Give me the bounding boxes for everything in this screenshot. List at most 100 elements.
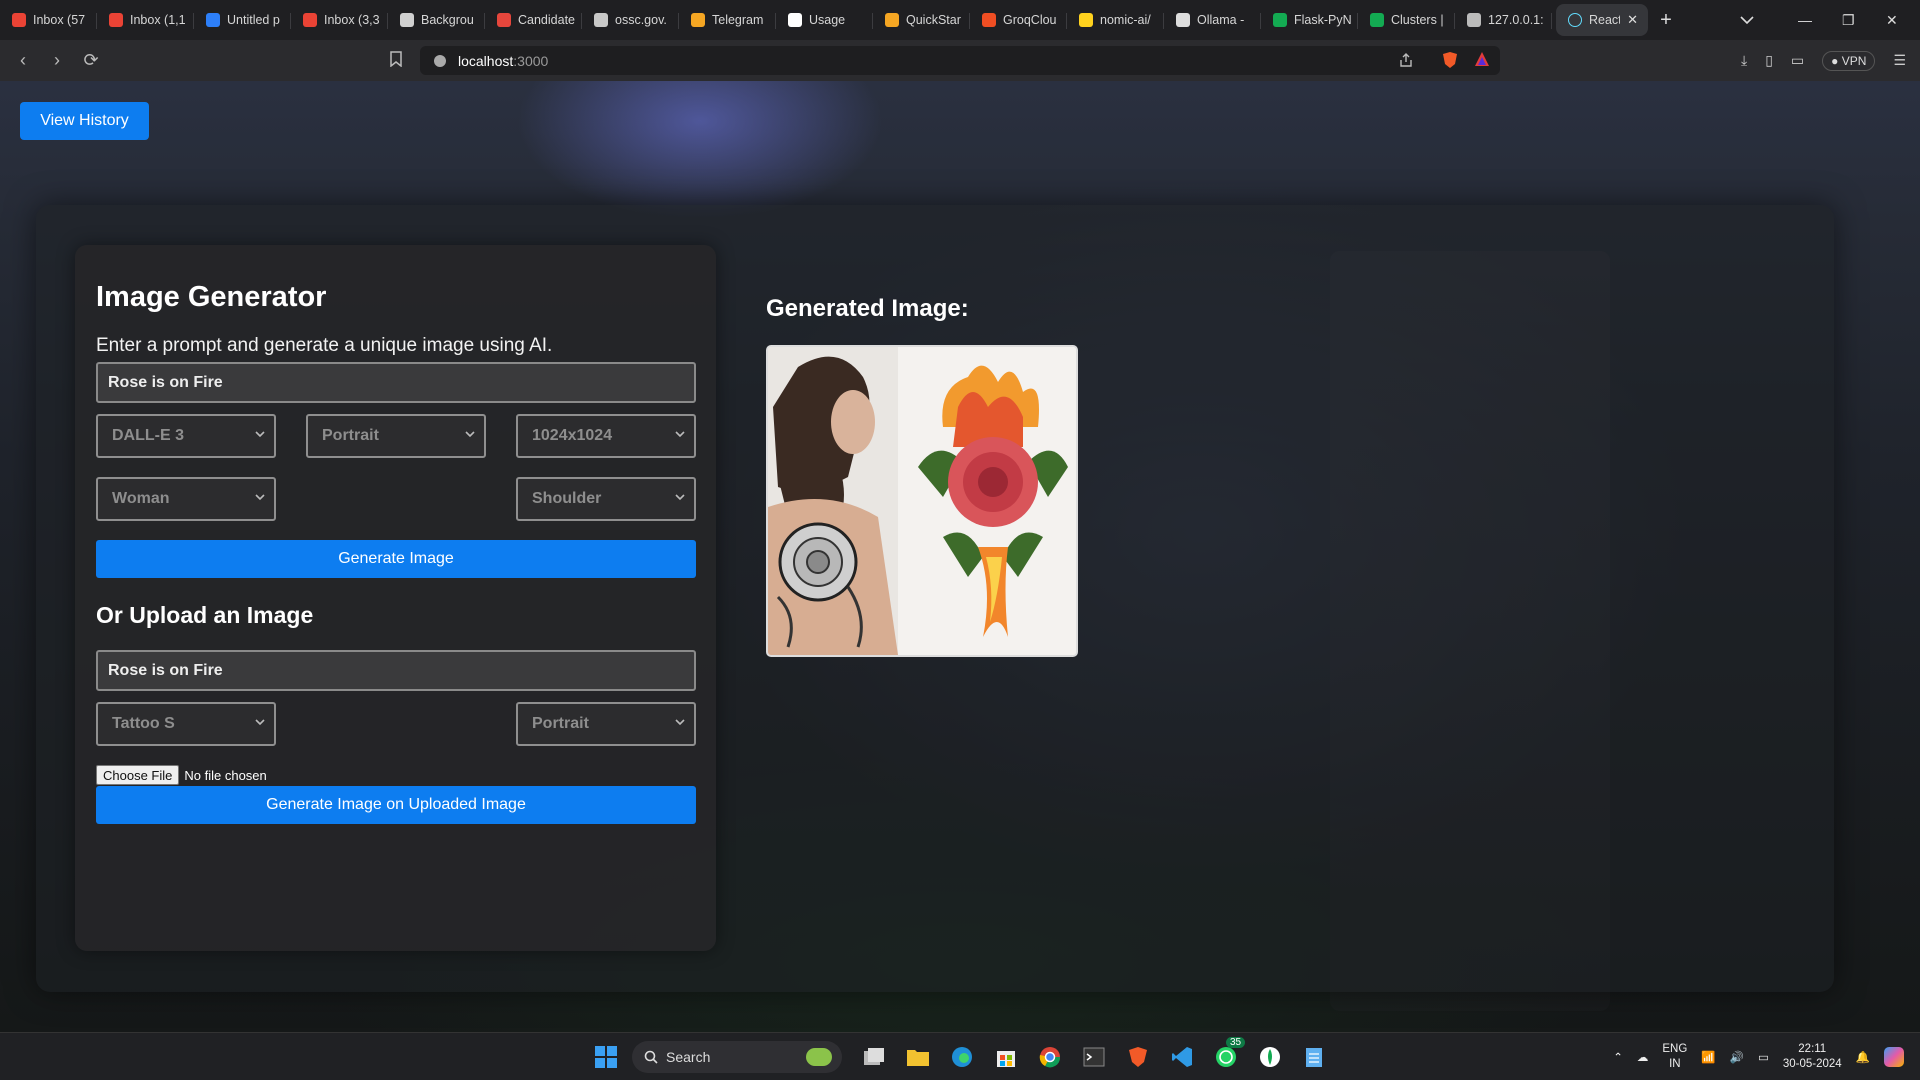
forward-button[interactable]: › — [40, 50, 74, 71]
mongodb-compass-icon[interactable] — [1256, 1043, 1284, 1071]
address-bar[interactable]: localhost:3000 — [420, 46, 1500, 75]
style-select[interactable]: Tattoo S — [96, 702, 276, 746]
edge-icon[interactable] — [948, 1043, 976, 1071]
lang-bottom: IN — [1669, 1058, 1681, 1070]
search-highlight-icon — [806, 1048, 832, 1066]
whatsapp-badge: 35 — [1226, 1037, 1246, 1048]
size-select-value: 1024x1024 — [532, 427, 613, 444]
browser-tab[interactable]: Backgrou — [388, 4, 485, 36]
prompt-input[interactable] — [96, 362, 696, 403]
menu-icon[interactable]: ☰ — [1893, 52, 1906, 69]
browser-tab[interactable]: Untitled p — [194, 4, 291, 36]
placement-select-value: Shoulder — [532, 490, 602, 507]
back-button[interactable]: ‹ — [6, 50, 40, 71]
browser-tab[interactable]: Telegram — [679, 4, 776, 36]
chevron-down-icon — [465, 431, 475, 438]
tab-title: Inbox (57 — [33, 13, 86, 27]
browser-tab-bar: Inbox (57 Inbox (1,1 Untitled p Inbox (3,3 B… — [0, 0, 1920, 40]
new-tab-button[interactable]: + — [1648, 9, 1684, 32]
onedrive-icon[interactable]: ☁ — [1637, 1050, 1649, 1064]
generate-uploaded-image-button[interactable]: Generate Image on Uploaded Image — [96, 786, 696, 824]
upload-orientation-select[interactable]: Portrait — [516, 702, 696, 746]
tab-favicon-icon — [206, 13, 220, 27]
browser-tab[interactable]: Inbox (3,3 — [291, 4, 388, 36]
store-icon[interactable] — [992, 1043, 1020, 1071]
volume-icon[interactable]: 🔊 — [1730, 1050, 1744, 1064]
minimize-button[interactable]: — — [1798, 0, 1812, 40]
tab-favicon-icon — [691, 13, 705, 27]
size-select[interactable]: 1024x1024 — [516, 414, 696, 458]
bookmark-icon[interactable] — [390, 51, 402, 72]
reload-button[interactable]: ⟳ — [74, 50, 108, 71]
brave-shield-icon[interactable] — [1442, 51, 1458, 72]
view-history-button[interactable]: View History — [20, 102, 149, 140]
file-explorer-icon[interactable] — [904, 1043, 932, 1071]
generate-image-button[interactable]: Generate Image — [96, 540, 696, 578]
tab-favicon-icon — [885, 13, 899, 27]
close-window-button[interactable]: ✕ — [1886, 0, 1898, 40]
browser-tab-active[interactable]: React ✕ — [1556, 4, 1648, 36]
placement-select[interactable]: Shoulder — [516, 477, 696, 521]
copilot-icon[interactable] — [1884, 1047, 1904, 1067]
close-tab-icon[interactable]: ✕ — [1627, 12, 1638, 28]
brave-taskbar-icon[interactable] — [1124, 1043, 1152, 1071]
orientation-select[interactable]: Portrait — [306, 414, 486, 458]
downloads-icon[interactable]: ⤓ — [1741, 52, 1747, 69]
notepad-icon[interactable] — [1300, 1043, 1328, 1071]
browser-tab[interactable]: nomic-ai/ — [1067, 4, 1164, 36]
share-icon[interactable] — [1398, 52, 1414, 71]
chevron-down-icon — [675, 494, 685, 501]
vscode-icon[interactable] — [1168, 1043, 1196, 1071]
tab-favicon-icon — [1176, 13, 1190, 27]
clock-time: 22:11 — [1798, 1043, 1827, 1055]
task-view-icon[interactable] — [860, 1043, 888, 1071]
browser-tab[interactable]: ossc.gov. — [582, 4, 679, 36]
chrome-icon[interactable] — [1036, 1043, 1064, 1071]
browser-tab[interactable]: Inbox (57 — [0, 4, 97, 36]
upload-prompt-input[interactable] — [96, 650, 696, 691]
taskbar-search[interactable]: Search — [632, 1041, 842, 1073]
form-title: Image Generator — [96, 281, 327, 313]
browser-tab[interactable]: Ollama - — [1164, 4, 1261, 36]
model-select[interactable]: DALL-E 3 — [96, 414, 276, 458]
tab-search-button[interactable] — [1740, 0, 1754, 40]
browser-tab[interactable]: GroqClou — [970, 4, 1067, 36]
wallet-icon[interactable]: ▭ — [1791, 52, 1804, 69]
browser-tab[interactable]: 127.0.0.1: — [1455, 4, 1552, 36]
notification-icon[interactable]: 🔔 — [1856, 1050, 1870, 1064]
browser-tab[interactable]: QuickStar — [873, 4, 970, 36]
windows-start-icon[interactable] — [592, 1043, 620, 1071]
tab-title: Inbox (3,3 — [324, 13, 380, 27]
generated-image-title: Generated Image: — [766, 295, 969, 322]
subject-select[interactable]: Woman — [96, 477, 276, 521]
show-hidden-icons[interactable]: ⌃ — [1613, 1050, 1623, 1064]
wifi-icon[interactable]: 📶 — [1701, 1050, 1715, 1064]
tab-favicon-icon — [594, 13, 608, 27]
search-label: Search — [666, 1049, 711, 1065]
brave-rewards-icon[interactable] — [1474, 51, 1490, 70]
restore-button[interactable]: ❐ — [1842, 0, 1855, 40]
page-background: View History Image Generator Enter a pro… — [0, 81, 1920, 1032]
whatsapp-icon[interactable]: 35 — [1212, 1037, 1246, 1071]
browser-tab[interactable]: Candidate — [485, 4, 582, 36]
browser-tab[interactable]: Flask-PyN — [1261, 4, 1358, 36]
tab-favicon-icon — [400, 13, 414, 27]
language-indicator[interactable]: ENG IN — [1662, 1042, 1687, 1072]
terminal-icon[interactable] — [1080, 1043, 1108, 1071]
tab-favicon-icon — [788, 13, 802, 27]
battery-icon[interactable]: ▭ — [1758, 1050, 1769, 1064]
browser-tab[interactable]: Usage — [776, 4, 873, 36]
url-port: :3000 — [513, 52, 549, 69]
browser-tab[interactable]: Inbox (1,1 — [97, 4, 194, 36]
browser-tab[interactable]: Clusters | — [1358, 4, 1455, 36]
vpn-button[interactable]: ● VPN — [1822, 50, 1876, 71]
tab-title: Candidate — [518, 13, 575, 27]
sidebar-icon[interactable]: ▯ — [1765, 52, 1773, 69]
address-toolbar: ‹ › ⟳ localhost:3000 ⤓ ▯ ▭ ● VPN ☰ — [0, 40, 1920, 81]
clock[interactable]: 22:11 30-05-2024 — [1783, 1042, 1842, 1072]
choose-file-button[interactable]: Choose File — [96, 765, 180, 785]
tab-favicon-icon — [1370, 13, 1384, 27]
site-info-icon[interactable] — [434, 54, 446, 67]
generated-image[interactable] — [766, 345, 1078, 657]
react-icon — [1568, 13, 1582, 27]
